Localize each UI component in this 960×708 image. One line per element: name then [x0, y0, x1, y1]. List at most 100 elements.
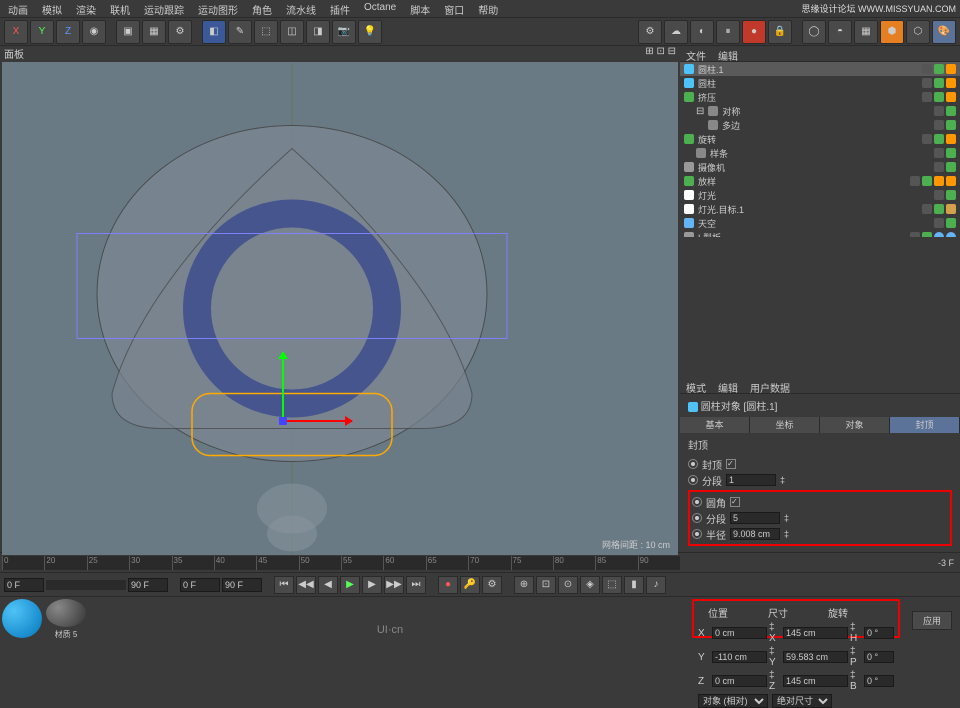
menu-item[interactable]: 插件 [330, 2, 350, 15]
axis-x-btn[interactable]: X [4, 20, 28, 44]
seg2-radio[interactable] [692, 513, 702, 523]
sound-btn[interactable]: ♪ [646, 576, 666, 594]
menu-item[interactable]: 模拟 [42, 2, 62, 15]
attr-edit-menu[interactable]: 编辑 [718, 380, 738, 391]
tree-item-light-target[interactable]: 灯光.目标.1 [680, 202, 960, 216]
tree-item-lbracket[interactable]: L型板 [680, 230, 960, 237]
range-slider[interactable] [46, 580, 126, 590]
menu-item[interactable]: 渲染 [76, 2, 96, 15]
oc-cloud-btn[interactable]: ☁ [664, 20, 688, 44]
spline-btn[interactable]: ✎ [228, 20, 252, 44]
material-swatch-grey[interactable] [46, 599, 86, 627]
cur-frame2-input[interactable] [222, 578, 262, 592]
goto-start-btn[interactable]: ⏮ [274, 576, 294, 594]
prev-key-btn[interactable]: ◀◀ [296, 576, 316, 594]
rot-b-input[interactable] [864, 675, 894, 687]
cur-frame-input[interactable] [180, 578, 220, 592]
size-z-input[interactable] [783, 675, 848, 687]
autokey-btn[interactable]: 🔑 [460, 576, 480, 594]
tree-item-light[interactable]: 灯光 [680, 188, 960, 202]
timeline[interactable]: 0 20 25 30 35 40 45 50 55 60 65 70 75 80… [0, 552, 960, 572]
tab-caps[interactable]: 封顶 [890, 417, 960, 433]
timeline-ruler[interactable]: 0 20 25 30 35 40 45 50 55 60 65 70 75 80… [2, 556, 680, 570]
menu-item[interactable]: 角色 [252, 2, 272, 15]
rot-p-input[interactable] [864, 651, 894, 663]
pla-key-btn[interactable]: ⬚ [602, 576, 622, 594]
oc-lock-btn[interactable]: 🔒 [768, 20, 792, 44]
tree-item-lathe[interactable]: 旋转 [680, 132, 960, 146]
fillet-radio[interactable] [692, 497, 702, 507]
oc-picker-btn[interactable]: 🎨 [932, 20, 956, 44]
viewport[interactable]: 网格间距 : 10 cm [2, 62, 678, 555]
fillet-check[interactable] [730, 497, 740, 507]
axis-z-btn[interactable]: Z [56, 20, 80, 44]
render-region-btn[interactable]: ▦ [142, 20, 166, 44]
oc-pause-btn[interactable]: ⏸ [716, 20, 740, 44]
pos-x-input[interactable] [712, 627, 767, 639]
sphere-btn[interactable]: ◯ [802, 20, 826, 44]
goto-end-btn[interactable]: ⏭ [406, 576, 426, 594]
coord-mode2-select[interactable]: 绝对尺寸 [772, 694, 832, 708]
deformer-btn[interactable]: ◫ [280, 20, 304, 44]
tab-object[interactable]: 对象 [820, 417, 890, 433]
world-btn[interactable]: ◉ [82, 20, 106, 44]
menu-item[interactable]: 运动跟踪 [144, 2, 184, 15]
seg1-input[interactable] [726, 474, 776, 486]
axis-y-btn[interactable]: Y [30, 20, 54, 44]
obj-edit-menu[interactable]: 编辑 [718, 48, 738, 59]
menu-item[interactable]: 脚本 [410, 2, 430, 15]
menu-item[interactable]: 帮助 [478, 2, 498, 15]
tree-item-sky[interactable]: 天空 [680, 216, 960, 230]
start-frame-input[interactable] [4, 578, 44, 592]
oc-render-btn[interactable]: ◐ [690, 20, 714, 44]
oc-settings-btn[interactable]: ⚙ [638, 20, 662, 44]
gizmo-y-axis[interactable] [282, 352, 284, 422]
seg2-input[interactable] [730, 512, 780, 524]
menu-item[interactable]: 流水线 [286, 2, 316, 15]
tree-item-symmetry[interactable]: ⊟对称 [680, 104, 960, 118]
material-swatch-blue[interactable] [2, 599, 42, 638]
apply-btn[interactable]: 应用 [912, 611, 952, 630]
menu-item[interactable]: 运动图形 [198, 2, 238, 15]
param-key-btn[interactable]: ◈ [580, 576, 600, 594]
play-btn[interactable]: ▶ [340, 576, 360, 594]
tex-btn[interactable]: ▦ [854, 20, 878, 44]
render-settings-btn[interactable]: ⚙ [168, 20, 192, 44]
oc-node-btn[interactable]: ⬡ [906, 20, 930, 44]
gizmo-center[interactable] [279, 417, 287, 425]
oc-live-btn[interactable]: ⬢ [880, 20, 904, 44]
next-key-btn[interactable]: ▶▶ [384, 576, 404, 594]
tree-item-cylinder1[interactable]: 圆柱.1 [680, 62, 960, 76]
size-y-input[interactable] [783, 651, 848, 663]
menu-item[interactable]: 动画 [8, 2, 28, 15]
env-btn[interactable]: ◨ [306, 20, 330, 44]
tree-item-camera[interactable]: 摄像机 [680, 160, 960, 174]
viewport-controls[interactable]: ⊞ ⊡ ⊟ [645, 46, 676, 60]
menu-item[interactable]: 联机 [110, 2, 130, 15]
tree-item-poly[interactable]: 多边 [680, 118, 960, 132]
obj-file-menu[interactable]: 文件 [686, 48, 706, 59]
gizmo-x-axis[interactable] [282, 420, 352, 422]
rot-h-input[interactable] [864, 627, 894, 639]
camera-btn[interactable]: 📷 [332, 20, 356, 44]
next-frame-btn[interactable]: ▶ [362, 576, 382, 594]
menu-item[interactable]: Octane [364, 2, 396, 15]
pos-key-btn[interactable]: ⊕ [514, 576, 534, 594]
oc-stop-btn[interactable]: ● [742, 20, 766, 44]
mat-btn[interactable]: ◓ [828, 20, 852, 44]
attr-mode-menu[interactable]: 模式 [686, 380, 706, 391]
cap-radio[interactable] [688, 459, 698, 469]
rot-key-btn[interactable]: ⊙ [558, 576, 578, 594]
menu-item[interactable]: 窗口 [444, 2, 464, 15]
pos-z-input[interactable] [712, 675, 767, 687]
size-x-input[interactable] [783, 627, 848, 639]
render-btn[interactable]: ▣ [116, 20, 140, 44]
tab-coord[interactable]: 坐标 [750, 417, 820, 433]
cap-check[interactable] [726, 459, 736, 469]
object-manager[interactable]: 圆柱.1 圆柱 挤压 ⊟对称 多边 旋转 样条 摄像机 放样 灯光 灯光.目标.… [680, 62, 960, 237]
prev-frame-btn[interactable]: ◀ [318, 576, 338, 594]
tree-item-spline[interactable]: 样条 [680, 146, 960, 160]
seg1-radio[interactable] [688, 475, 698, 485]
radius-radio[interactable] [692, 529, 702, 539]
key-opts-btn[interactable]: ⚙ [482, 576, 502, 594]
